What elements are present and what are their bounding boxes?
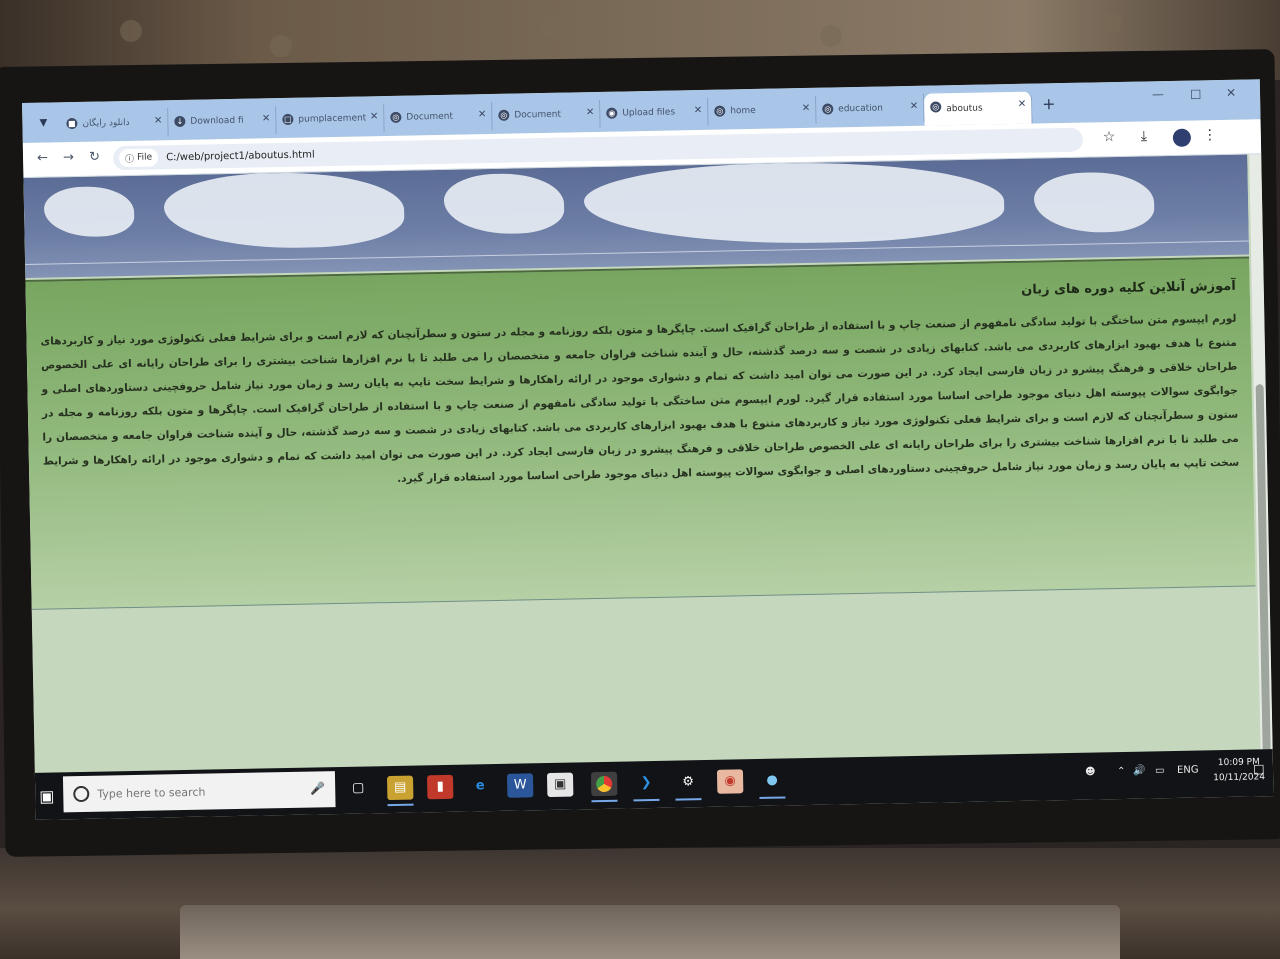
- wallpaper-pattern: [540, 15, 562, 37]
- minimize-icon[interactable]: —: [1152, 87, 1164, 101]
- section-paragraph: لورم ایپسوم متن ساختگی با تولید سادگی نا…: [40, 312, 1240, 485]
- notification-icon[interactable]: ☐: [1253, 763, 1265, 778]
- forward-arrow-icon[interactable]: →: [63, 150, 74, 165]
- globe-icon: ◎: [930, 101, 942, 113]
- tab-1[interactable]: ↓ Download fi ✕: [168, 106, 277, 137]
- close-tab-icon[interactable]: ✕: [694, 105, 703, 116]
- info-icon: ⓘ: [125, 154, 135, 165]
- page-viewport: آموزش آنلاین کلیه دوره های زبان لورم ایپ…: [23, 154, 1259, 788]
- url-text: C:/web/project1/aboutus.html: [166, 148, 315, 163]
- bookmark-star-icon[interactable]: ☆: [1103, 129, 1116, 145]
- globe-icon: ◎: [822, 103, 834, 115]
- edge-icon[interactable]: e: [467, 774, 493, 798]
- battery-icon[interactable]: ▭: [1155, 765, 1165, 776]
- wallpaper-pattern: [1100, 12, 1122, 34]
- site-info-chip[interactable]: ⓘ File: [118, 148, 159, 168]
- chevron-up-icon[interactable]: ⌃: [1117, 766, 1126, 777]
- globe-icon: ◎: [498, 109, 510, 121]
- wallpaper-pattern: [120, 20, 142, 42]
- app-icon[interactable]: ●: [759, 768, 785, 792]
- tab-4[interactable]: ◎ Document ✕: [492, 99, 601, 130]
- microphone-icon[interactable]: 🎤: [310, 781, 325, 795]
- chrome-icon[interactable]: [590, 771, 618, 797]
- github-icon: ◉: [606, 107, 618, 119]
- tab-0[interactable]: ■ دانلود رایگان ✕: [60, 108, 169, 139]
- tab-label: pumplacement: [298, 113, 367, 125]
- tab-7[interactable]: ◎ education ✕: [816, 93, 925, 124]
- wallpaper-pattern: [270, 35, 292, 57]
- close-tab-icon[interactable]: ✕: [586, 107, 595, 118]
- tab-label: education: [838, 103, 884, 115]
- store-icon[interactable]: ▣: [546, 772, 574, 798]
- tab-label: home: [730, 105, 756, 117]
- laptop-screen: ▼ ■ دانلود رایگان ✕ ↓ Download fi ✕ □ pumplacem…: [22, 79, 1274, 820]
- globe-icon: ◎: [390, 111, 402, 123]
- laptop-hinge: [180, 905, 1120, 959]
- tab-label: Document: [514, 109, 562, 121]
- volume-icon[interactable]: 🔊: [1133, 766, 1146, 777]
- section-heading: آموزش آنلاین کلیه دوره های زبان: [1021, 278, 1236, 298]
- task-view-icon[interactable]: ▢: [345, 776, 371, 800]
- tab-3[interactable]: ◎ Document ✕: [384, 101, 493, 133]
- back-arrow-icon[interactable]: ←: [37, 151, 48, 166]
- tab-8[interactable]: ◎ aboutus ✕: [923, 91, 1033, 126]
- search-circle-icon: [73, 785, 90, 803]
- globe-icon: ◎: [714, 105, 726, 117]
- search-placeholder: Type here to search: [97, 785, 206, 801]
- language-indicator[interactable]: ENG: [1177, 765, 1199, 776]
- close-tab-icon[interactable]: ✕: [154, 115, 163, 126]
- page-icon: □: [282, 113, 294, 126]
- tab-2[interactable]: □ pumplacement ✕: [276, 104, 385, 135]
- profile-avatar[interactable]: [1172, 128, 1192, 147]
- tab-5[interactable]: ◉ Upload files ✕: [600, 97, 709, 128]
- word-icon[interactable]: W: [506, 773, 534, 798]
- people-icon[interactable]: ☻: [1085, 767, 1096, 778]
- bookmark-icon: ■: [66, 117, 78, 130]
- windows-start-icon[interactable]: ▣: [39, 787, 54, 806]
- paint-icon[interactable]: ◉: [716, 769, 744, 794]
- content-section: آموزش آنلاین کلیه دوره های زبان لورم ایپ…: [25, 256, 1256, 610]
- close-tab-icon[interactable]: ✕: [478, 109, 487, 120]
- scheme-label: File: [136, 152, 153, 163]
- reload-icon[interactable]: ↻: [89, 150, 100, 165]
- taskbar-search-box[interactable]: Type here to search 🎤: [62, 771, 336, 813]
- close-tab-icon[interactable]: ✕: [910, 101, 919, 112]
- tab-6[interactable]: ◎ home ✕: [708, 95, 817, 126]
- close-tab-icon[interactable]: ✕: [1018, 99, 1027, 110]
- downloads-icon[interactable]: ⤓: [1141, 128, 1148, 144]
- maximize-icon[interactable]: □: [1190, 86, 1202, 100]
- close-tab-icon[interactable]: ✕: [262, 113, 271, 124]
- wallpaper-pattern: [820, 25, 842, 47]
- download-icon: ↓: [174, 115, 186, 128]
- new-tab-button[interactable]: +: [1042, 94, 1056, 113]
- tab-label: Upload files: [622, 107, 676, 119]
- settings-icon[interactable]: ⚙: [675, 770, 701, 794]
- menu-kebab-icon[interactable]: ⋮: [1203, 127, 1217, 143]
- tab-label: Download fi: [190, 115, 244, 127]
- close-window-icon[interactable]: ✕: [1226, 86, 1236, 100]
- vscode-icon[interactable]: ❯: [633, 771, 659, 795]
- file-explorer-icon[interactable]: ▤: [386, 775, 414, 801]
- close-tab-icon[interactable]: ✕: [370, 111, 379, 122]
- tab-search-chevron-icon[interactable]: ▼: [30, 108, 57, 136]
- pdf-reader-icon[interactable]: ▮: [426, 774, 454, 800]
- tab-label: Document: [406, 111, 454, 123]
- tab-label: دانلود رایگان: [82, 117, 130, 129]
- tab-label: aboutus: [946, 103, 983, 115]
- close-tab-icon[interactable]: ✕: [802, 103, 811, 114]
